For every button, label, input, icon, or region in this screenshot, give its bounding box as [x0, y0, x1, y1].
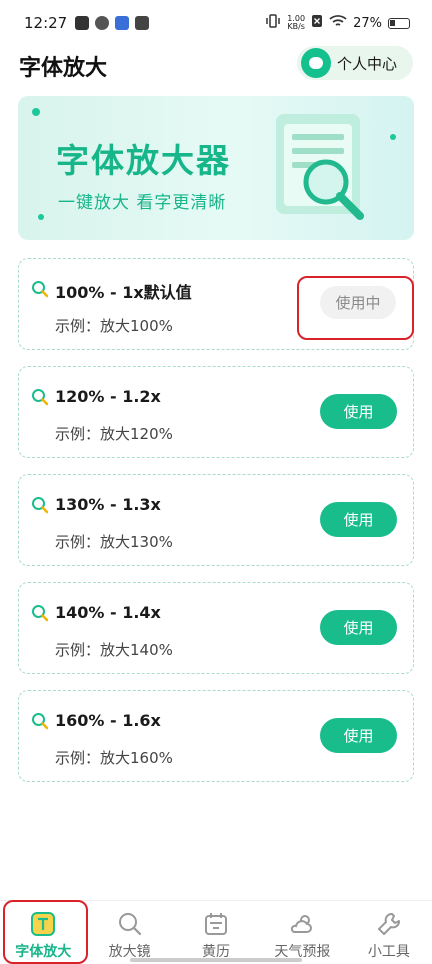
sim-off-icon [311, 14, 323, 32]
active-tab-highlight [3, 900, 88, 964]
app-icon [95, 16, 110, 30]
option-title: 130% - 1.3x [55, 495, 161, 514]
option-title: 160% - 1.6x [55, 711, 161, 730]
magnifier-icon [32, 497, 49, 514]
option-example: 示例：放大140% [55, 641, 173, 659]
option-example: 示例：放大160% [55, 749, 173, 767]
option-example: 示例：放大120% [55, 425, 173, 443]
use-button[interactable]: 使用 [320, 394, 397, 429]
profile-label: 个人中心 [337, 54, 398, 73]
use-button[interactable]: 使用 [320, 610, 397, 645]
use-button[interactable]: 使用 [320, 502, 397, 537]
tab-almanac[interactable]: 黄历 [173, 901, 259, 964]
calendar-icon [205, 913, 228, 935]
option-example: 示例：放大100% [55, 317, 173, 335]
app-icon [135, 16, 150, 30]
use-button[interactable]: 使用 [320, 718, 397, 753]
tab-magnifier[interactable]: 放大镜 [86, 901, 172, 964]
net-speed-unit: KB/s [287, 22, 305, 31]
home-indicator [130, 958, 302, 962]
vibrate-icon [265, 14, 281, 32]
tab-weather[interactable]: 天气预报 [259, 901, 345, 964]
option-example: 示例：放大130% [55, 533, 173, 551]
system-icons: 1.00 KB/s 27% [265, 14, 410, 32]
net-speed: 1.00 KB/s [287, 15, 305, 31]
tiktok-icon [75, 16, 90, 30]
magnifier-icon [32, 281, 49, 298]
avatar-icon [301, 48, 331, 78]
tab-tools[interactable]: 小工具 [346, 901, 432, 964]
magnifier-icon [118, 913, 141, 936]
app-icon [115, 16, 130, 30]
header: 字体放大 个人中心 [0, 46, 432, 86]
option-title: 140% - 1.4x [55, 603, 161, 622]
font-scale-option-card: 130% - 1.3x 示例：放大130% 使用 [18, 474, 414, 566]
font-scale-option-card: 140% - 1.4x 示例：放大140% 使用 [18, 582, 414, 674]
option-title: 120% - 1.2x [55, 387, 161, 406]
wifi-icon [329, 14, 347, 32]
battery-level: 27% [353, 15, 382, 31]
status-bar: 12:27 1.00 KB/s 27% [0, 0, 432, 46]
tab-label: 小工具 [367, 944, 410, 960]
magnifier-icon [32, 389, 49, 406]
page-title: 字体放大 [19, 56, 108, 81]
decor-dot [38, 214, 44, 220]
promo-banner: 字体放大器 一键放大 看字更清晰 [18, 96, 414, 240]
document-magnifier-illustration [276, 114, 364, 220]
active-button-highlight [297, 276, 414, 340]
notification-icons [75, 16, 150, 30]
option-title: 100% - 1x默认值 [55, 283, 192, 302]
decor-dot [390, 134, 396, 140]
profile-button[interactable]: 个人中心 [297, 46, 413, 80]
font-scale-option-card: 120% - 1.2x 示例：放大120% 使用 [18, 366, 414, 458]
magnifier-icon [32, 605, 49, 622]
status-time: 12:27 [24, 14, 68, 32]
decor-dot [32, 108, 40, 116]
magnifier-icon [32, 713, 49, 730]
banner-subtitle: 一键放大 看字更清晰 [58, 193, 227, 213]
wrench-icon [377, 913, 400, 935]
banner-title: 字体放大器 [56, 141, 231, 180]
font-scale-option-card: 160% - 1.6x 示例：放大160% 使用 [18, 690, 414, 782]
battery-icon [388, 17, 410, 29]
weather-icon [291, 915, 313, 933]
